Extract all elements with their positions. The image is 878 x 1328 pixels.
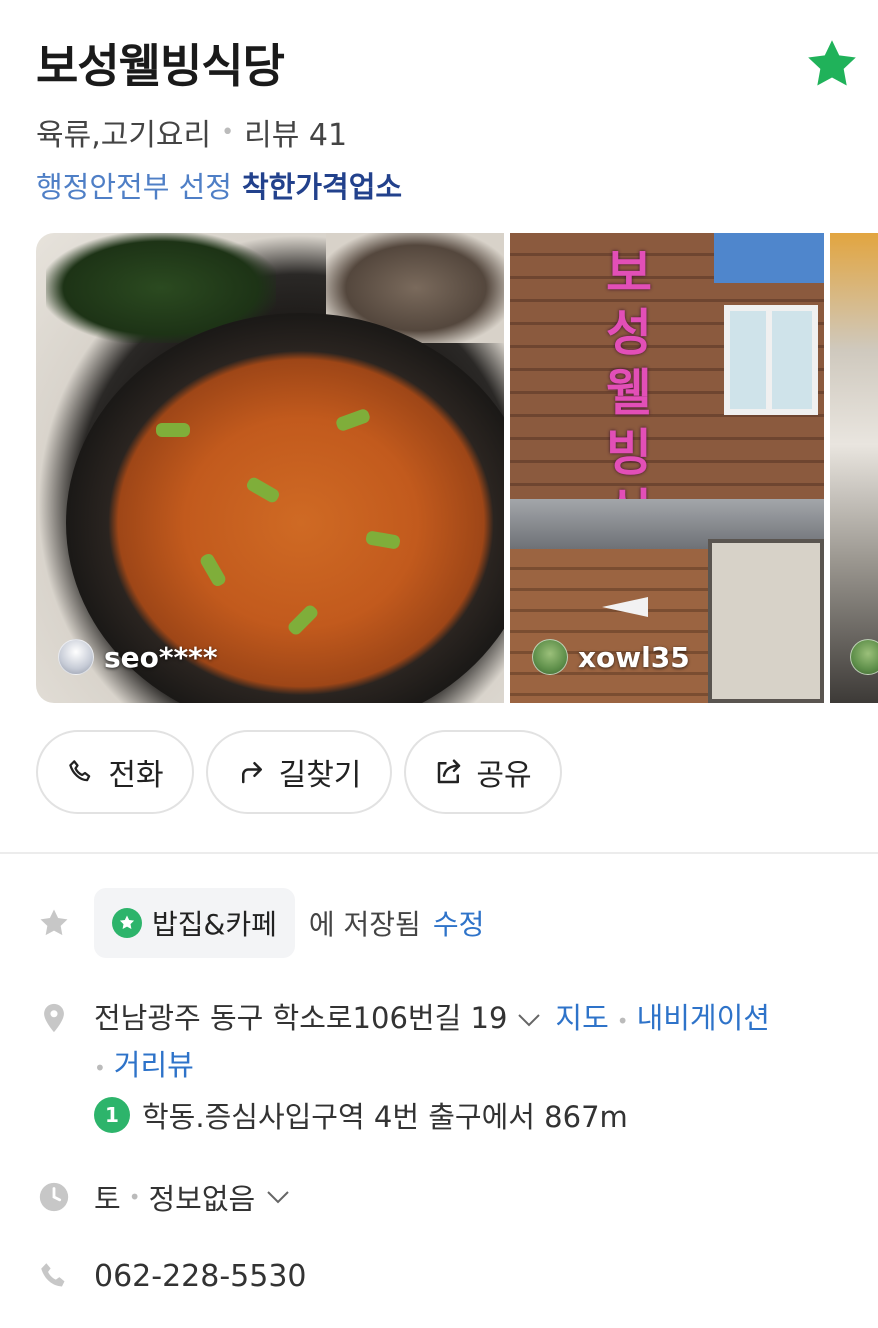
photo-credit: xowl35 bbox=[532, 639, 690, 675]
directions-label: 길찾기 bbox=[278, 758, 362, 793]
review-photo-food[interactable]: seo**** bbox=[36, 233, 504, 703]
good-price-label: 착한가격업소 bbox=[241, 170, 403, 204]
share-icon bbox=[438, 759, 461, 784]
category-label: 육류,고기요리 bbox=[36, 118, 212, 153]
address-row: 전남광주 동구 학소로106번길 19 지도 • 내비게이션 • 거리뷰 bbox=[36, 996, 834, 1090]
phone-icon bbox=[69, 760, 91, 782]
station-text: 학동.증심사입구역 4번 출구에서 867m bbox=[142, 1100, 628, 1134]
avatar bbox=[850, 639, 878, 675]
phone-number[interactable]: 062-228-5530 bbox=[94, 1259, 307, 1294]
chevron-down-icon[interactable] bbox=[517, 1013, 541, 1027]
star-outline-icon bbox=[36, 905, 72, 941]
gov-label: 행정안전부 선정 bbox=[36, 170, 232, 204]
navigation-link[interactable]: 내비게이션 bbox=[637, 1001, 770, 1035]
roadview-link[interactable]: 거리뷰 bbox=[114, 1048, 194, 1082]
place-title: 보성웰빙식당 bbox=[36, 39, 285, 93]
hours-status: 정보없음 bbox=[148, 1182, 256, 1216]
subway-line-badge: 1 bbox=[94, 1097, 130, 1133]
favorite-star-icon[interactable] bbox=[804, 36, 860, 92]
directions-button[interactable]: 길찾기 bbox=[206, 730, 392, 814]
call-label: 전화 bbox=[108, 758, 164, 793]
action-buttons: 전화 길찾기 공유 bbox=[36, 730, 574, 814]
separator-dot: • bbox=[221, 119, 235, 145]
separator-dot: • bbox=[94, 1056, 106, 1080]
divider bbox=[0, 852, 878, 854]
phone-icon bbox=[36, 1258, 72, 1294]
separator-dot: • bbox=[128, 1185, 141, 1209]
location-pin-icon bbox=[36, 1000, 72, 1036]
review-photo-partial[interactable] bbox=[830, 233, 878, 703]
address-text: 전남광주 동구 학소로106번길 19 bbox=[94, 1001, 508, 1035]
good-price-badge: 행정안전부 선정 착한가격업소 bbox=[36, 164, 402, 206]
saved-text: 에 저장됨 bbox=[308, 908, 421, 941]
address-lines: 전남광주 동구 학소로106번길 19 지도 • 내비게이션 • 거리뷰 bbox=[94, 996, 834, 1090]
photo-user: seo**** bbox=[104, 640, 218, 674]
share-button[interactable]: 공유 bbox=[404, 730, 562, 814]
call-button[interactable]: 전화 bbox=[36, 730, 194, 814]
photo-credit: seo**** bbox=[58, 639, 217, 675]
hours-day: 토 bbox=[94, 1182, 121, 1216]
green-star-icon bbox=[112, 908, 142, 938]
turn-arrow-icon bbox=[241, 762, 262, 784]
avatar bbox=[58, 639, 94, 675]
review-photo-storefront[interactable]: 보성웰빙식당 xowl35 bbox=[510, 233, 824, 703]
saved-row: 밥집&카페 에 저장됨 수정 bbox=[36, 888, 484, 958]
edit-link[interactable]: 수정 bbox=[433, 903, 485, 943]
store-door-image bbox=[708, 539, 824, 703]
chevron-down-icon[interactable] bbox=[265, 1190, 291, 1204]
window-image bbox=[724, 305, 818, 415]
place-meta: 육류,고기요리 • 리뷰 41 bbox=[36, 110, 347, 154]
map-link[interactable]: 지도 bbox=[555, 1001, 608, 1035]
photo-user: xowl35 bbox=[578, 640, 690, 674]
arrow-sign-icon bbox=[602, 597, 648, 617]
share-label: 공유 bbox=[476, 758, 532, 793]
avatar bbox=[532, 639, 568, 675]
phone-row[interactable]: 062-228-5530 bbox=[36, 1258, 307, 1294]
saved-folder-chip[interactable]: 밥집&카페 bbox=[94, 888, 295, 958]
hours-row[interactable]: 토 • 정보없음 bbox=[36, 1176, 291, 1218]
clock-icon bbox=[36, 1179, 72, 1215]
photo-credit bbox=[850, 639, 878, 675]
folder-label: 밥집&카페 bbox=[152, 908, 277, 941]
separator-dot: • bbox=[616, 1009, 629, 1033]
review-count[interactable]: 리뷰 41 bbox=[244, 110, 347, 154]
photo-carousel[interactable]: seo**** 보성웰빙식당 xowl35 bbox=[36, 233, 878, 703]
subway-info: 1 학동.증심사입구역 4번 출구에서 867m bbox=[94, 1094, 628, 1136]
